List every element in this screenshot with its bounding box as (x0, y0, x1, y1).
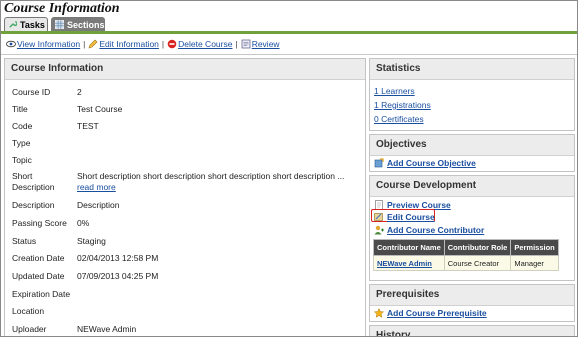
read-more-link[interactable]: read more (77, 182, 116, 192)
column-header: Contributor Name (373, 239, 445, 256)
app-frame: Course Information Tasks Sections View I… (0, 0, 578, 337)
info-label: Course ID (12, 87, 51, 97)
delete-course-link[interactable]: Delete Course (178, 38, 232, 50)
add-course-objective-link[interactable]: Add Course Objective (387, 158, 476, 168)
pencil-icon (88, 39, 98, 49)
edit-course-link[interactable]: Edit Course (387, 212, 435, 222)
info-value: Short description short description shor… (77, 171, 362, 193)
info-value: TEST (77, 121, 99, 131)
course-development-heading: Course Development (370, 176, 574, 197)
contributor-table: Contributor Name Contributor Role Permis… (373, 239, 559, 271)
tab-underline (1, 31, 577, 34)
table-cell: NEWave Admin (373, 255, 445, 271)
info-label: Creation Date (12, 253, 65, 263)
column-header: Contributor Role (443, 239, 512, 256)
info-value: 07/09/2013 04:25 PM (77, 271, 159, 281)
add-objective-icon (374, 158, 384, 168)
info-label: Passing Score (12, 218, 67, 228)
history-heading: History (370, 326, 574, 336)
edit-course-row: Edit Course (374, 212, 435, 222)
info-label: Code (12, 121, 33, 131)
page-title: Course Information (4, 1, 120, 16)
edit-information-link[interactable]: Edit Information (99, 38, 159, 50)
info-value: Staging (77, 236, 106, 246)
edit-course-icon (374, 213, 383, 221)
course-development-panel: Course Development Preview Course Edit C… (369, 175, 575, 281)
view-information-link[interactable]: View Information (17, 38, 80, 50)
contributor-table-header: Contributor Name Contributor Role Permis… (373, 239, 559, 256)
info-label: Uploader (12, 324, 47, 334)
separator: | (235, 39, 238, 49)
info-label: Title (12, 104, 28, 114)
divider (1, 54, 577, 55)
add-course-contributor-link[interactable]: Add Course Contributor (387, 225, 484, 235)
prerequisites-heading: Prerequisites (370, 285, 574, 306)
star-icon (374, 308, 384, 318)
objectives-panel: Objectives Add Course Objective (369, 134, 575, 172)
info-value: Test Course (77, 104, 123, 114)
learners-link[interactable]: 1 Learners (374, 86, 415, 96)
add-contributor-row: Add Course Contributor (374, 225, 484, 235)
separator: | (83, 39, 86, 49)
column-header: Permission (510, 239, 559, 256)
info-label: Topic (12, 155, 32, 165)
tab-sections-label: Sections (67, 19, 105, 30)
tab-tasks[interactable]: Tasks (4, 17, 48, 31)
delete-icon (167, 39, 177, 49)
short-description-text: Short description short description shor… (77, 171, 345, 181)
info-value: 02/04/2013 12:58 PM (77, 253, 159, 263)
info-label: Status (12, 236, 37, 246)
wrench-icon (9, 21, 17, 28)
add-course-prerequisite-link[interactable]: Add Course Prerequisite (387, 308, 487, 318)
certificates-link[interactable]: 0 Certificates (374, 114, 424, 124)
tab-tasks-label: Tasks (20, 19, 45, 30)
history-panel: History (369, 325, 575, 336)
review-link[interactable]: Review (252, 38, 280, 50)
registrations-link[interactable]: 1 Registrations (374, 100, 431, 110)
statistics-panel: Statistics 1 Learners 1 Registrations 0 … (369, 58, 575, 131)
eye-icon (6, 40, 16, 48)
info-label: Updated Date (12, 271, 65, 281)
action-bar: View Information | Edit Information | De… (6, 38, 280, 50)
tab-sections[interactable]: Sections (51, 17, 105, 31)
table-cell: Course Creator (443, 255, 512, 271)
statistics-heading: Statistics (370, 59, 574, 80)
course-info-heading: Course Information (5, 59, 365, 80)
contributor-name-link[interactable]: NEWave Admin (377, 259, 432, 268)
add-objective-row: Add Course Objective (374, 158, 476, 168)
info-label: Expiration Date (12, 289, 71, 299)
info-value: Description (77, 200, 120, 210)
add-contributor-icon (374, 225, 384, 235)
table-cell: Manager (510, 255, 559, 271)
info-label: Description (12, 200, 55, 210)
info-label: Type (12, 138, 31, 148)
course-info-panel: Course Information Course ID 2 Title Tes… (4, 58, 366, 336)
table-row: NEWave Admin Course Creator Manager (373, 255, 559, 271)
grid-icon (55, 20, 64, 29)
info-label: Short Description (12, 171, 55, 192)
separator: | (161, 39, 165, 49)
prerequisites-panel: Prerequisites Add Course Prerequisite (369, 284, 575, 322)
objectives-heading: Objectives (370, 135, 574, 156)
add-prerequisite-row: Add Course Prerequisite (374, 308, 487, 318)
info-value: 0% (77, 218, 90, 228)
review-icon (241, 39, 251, 49)
info-label: Location (12, 306, 45, 316)
info-value: 2 (77, 87, 82, 97)
info-value: NEWave Admin (77, 324, 137, 334)
